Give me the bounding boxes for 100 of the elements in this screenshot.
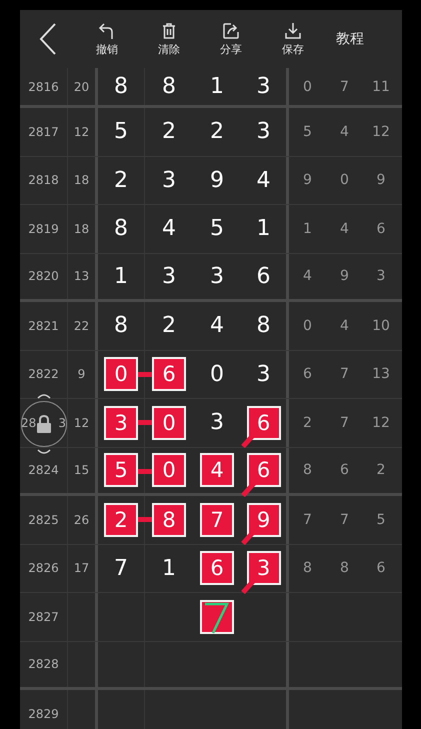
marked-digit[interactable]: 6	[200, 551, 234, 586]
share-button[interactable]: 分享	[200, 22, 262, 56]
save-button[interactable]: 保存	[262, 22, 324, 56]
sum-value: 18	[74, 173, 90, 188]
stat-value: 7	[303, 512, 312, 528]
sum-value: 20	[74, 80, 90, 94]
stat-value: 8	[340, 560, 349, 576]
stat-value: 0	[340, 172, 349, 188]
digit[interactable]: 3	[162, 168, 176, 193]
lock-button[interactable]	[21, 401, 67, 447]
sum-value: 26	[74, 512, 90, 527]
issue-number: 2824	[28, 463, 59, 478]
stat-value: 6	[303, 366, 312, 382]
digit[interactable]: 0	[210, 362, 224, 387]
stat-value: 4	[340, 318, 349, 334]
digit[interactable]: 8	[162, 74, 176, 99]
digit[interactable]: 8	[114, 216, 128, 242]
marked-digit[interactable]: 9	[246, 502, 280, 537]
digit[interactable]: 9	[210, 168, 224, 193]
issue-number: 2822	[28, 367, 59, 382]
digit[interactable]: 4	[256, 168, 270, 193]
digit[interactable]: 8	[114, 313, 128, 338]
digit[interactable]: 2	[114, 168, 128, 193]
digit[interactable]: 1	[256, 216, 270, 242]
marked-digit[interactable]: 0	[104, 357, 138, 392]
digit[interactable]: 3	[256, 362, 270, 387]
stat-value: 5	[376, 512, 386, 528]
digit[interactable]: 3	[210, 264, 224, 289]
trash-icon	[160, 22, 178, 40]
sum-value: 15	[74, 463, 90, 478]
digit[interactable]: 4	[210, 313, 224, 338]
sum-value: 9	[78, 367, 86, 382]
digit[interactable]: 2	[210, 119, 224, 144]
stat-value: 4	[340, 124, 349, 140]
download-icon	[284, 22, 302, 40]
digit[interactable]: 6	[256, 264, 270, 289]
sum-value: 22	[74, 318, 90, 333]
marked-digit[interactable]: 3	[246, 551, 280, 586]
sum-value: 13	[74, 269, 90, 284]
stat-value: 6	[376, 220, 386, 237]
issue-number: 2826	[28, 561, 59, 576]
digit[interactable]: 1	[162, 556, 176, 581]
digit[interactable]: 4	[162, 216, 176, 242]
stat-value: 8	[303, 560, 312, 576]
digit[interactable]: 3	[256, 119, 270, 144]
lock-icon	[34, 414, 54, 434]
stat-value: 7	[340, 78, 349, 94]
marked-digit[interactable]: 2	[104, 502, 138, 537]
digit[interactable]: 2	[162, 313, 176, 338]
digit[interactable]: 5	[210, 216, 224, 242]
digit[interactable]: 2	[162, 119, 176, 144]
digit[interactable]: 5	[114, 119, 128, 144]
digit[interactable]: 3	[256, 74, 270, 99]
issue-number: 2818	[28, 173, 59, 188]
stat-value: 9	[376, 172, 386, 188]
sum-value: 18	[74, 222, 90, 236]
digit[interactable]: 3	[210, 410, 224, 436]
digit[interactable]: 8	[256, 313, 270, 338]
stat-value: 8	[303, 462, 312, 478]
marked-digit[interactable]: 6	[246, 406, 280, 440]
stat-value: 2	[303, 414, 312, 431]
marked-digit[interactable]: 6	[246, 453, 280, 488]
chevron-up-icon[interactable]	[37, 393, 51, 399]
marked-digit[interactable]: 0	[152, 406, 186, 440]
sum-value: 12	[74, 124, 90, 139]
marked-digit[interactable]: 8	[152, 502, 186, 537]
digit[interactable]: 7	[114, 556, 128, 581]
marked-digit[interactable]: 6	[152, 357, 186, 392]
stat-value: 7	[340, 414, 349, 431]
stat-value: 3	[376, 268, 386, 284]
issue-number: 2820	[28, 269, 59, 284]
stat-value: 9	[340, 268, 349, 284]
marked-digit[interactable]: 5	[104, 453, 138, 488]
issue-number: 2817	[28, 124, 59, 139]
digit[interactable]: 3	[162, 264, 176, 289]
issue-number: 2828	[28, 657, 59, 672]
marked-digit[interactable]: 7	[200, 502, 234, 537]
stat-value: 11	[372, 78, 390, 94]
digit[interactable]: 8	[114, 74, 128, 99]
undo-button[interactable]: 撤销	[76, 22, 138, 56]
marked-digit[interactable]: 4	[200, 453, 234, 488]
stat-value: 12	[372, 124, 390, 140]
undo-icon	[98, 22, 116, 40]
stat-value: 4	[340, 220, 349, 237]
marked-digit[interactable]: 0	[152, 453, 186, 488]
issue-number-part: 28	[21, 416, 36, 430]
stat-value: 6	[376, 560, 386, 576]
stat-value: 10	[372, 318, 390, 334]
chevron-down-icon[interactable]	[37, 449, 51, 455]
digit[interactable]: 1	[114, 264, 128, 289]
tutorial-button[interactable]: 教程	[336, 30, 364, 48]
digit[interactable]: 1	[210, 74, 224, 99]
issue-number-part: 3	[58, 416, 66, 430]
stat-value: 13	[372, 366, 390, 382]
sum-value: 17	[74, 561, 90, 576]
stat-value: 7	[340, 366, 349, 382]
clear-button[interactable]: 清除	[138, 22, 200, 56]
issue-number: 2825	[28, 512, 59, 527]
marked-digit[interactable]: 3	[104, 406, 138, 440]
issue-number: 2827	[28, 610, 59, 624]
